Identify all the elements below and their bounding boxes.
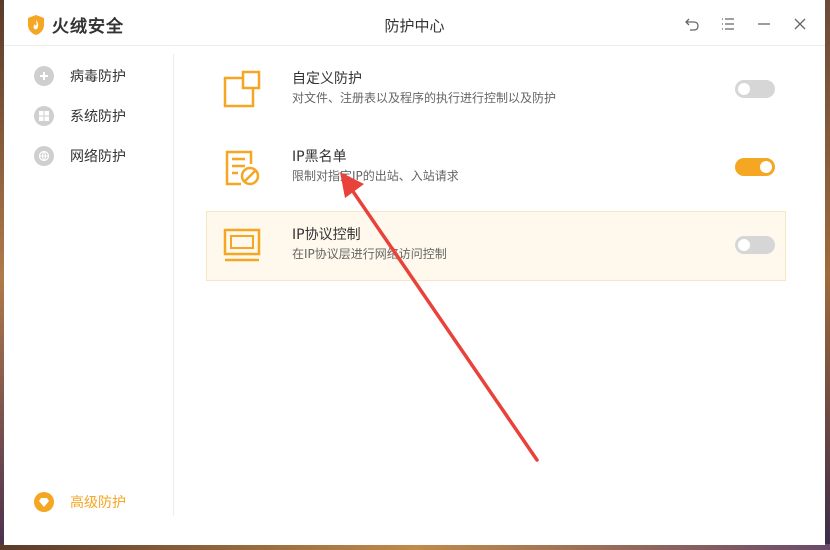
sidebar: 病毒防护 系统防护 网络防护 高级防护 xyxy=(4,54,174,516)
close-icon xyxy=(794,18,806,30)
sidebar-item-label: 病毒防护 xyxy=(70,69,126,85)
sidebar-item-virus[interactable]: 病毒防护 xyxy=(34,64,126,88)
custom-protect-icon xyxy=(223,70,261,108)
ip-protocol-toggle[interactable] xyxy=(735,236,775,254)
menu-icon xyxy=(722,18,734,30)
virus-shield-icon xyxy=(34,66,54,86)
windows-icon xyxy=(34,106,54,126)
globe-icon xyxy=(34,146,54,166)
sidebar-item-system[interactable]: 系统防护 xyxy=(34,104,126,128)
back-icon xyxy=(685,18,699,31)
minimize-icon xyxy=(758,23,770,25)
card-desc: 限制对指定IP的出站、入站请求 xyxy=(292,169,459,183)
toggle-knob xyxy=(738,83,750,95)
close-button[interactable] xyxy=(789,14,811,34)
sidebar-item-label: 高级防护 xyxy=(70,495,126,511)
card-title: 自定义防护 xyxy=(292,71,362,87)
ip-blacklist-toggle[interactable] xyxy=(735,158,775,176)
custom-protect-toggle[interactable] xyxy=(735,80,775,98)
diamond-icon xyxy=(34,492,54,512)
sidebar-item-network[interactable]: 网络防护 xyxy=(34,144,126,168)
sidebar-item-label: 网络防护 xyxy=(70,149,126,165)
toggle-knob xyxy=(760,161,772,173)
sidebar-item-advanced[interactable]: 高级防护 xyxy=(34,490,126,514)
ip-blacklist-card[interactable]: IP黑名单 限制对指定IP的出站、入站请求 xyxy=(206,133,786,203)
app-window: 火绒安全 防护中心 病毒防护 系统防护 网络防护 高级防护 自定义防护 对文件、… xyxy=(4,0,825,545)
minimize-button[interactable] xyxy=(753,14,775,34)
card-desc: 在IP协议层进行网络访问控制 xyxy=(292,247,447,261)
card-title: IP黑名单 xyxy=(292,149,347,165)
custom-protect-card[interactable]: 自定义防护 对文件、注册表以及程序的执行进行控制以及防护 xyxy=(206,55,786,125)
card-title: IP协议控制 xyxy=(292,227,361,243)
ip-protocol-card[interactable]: IP协议控制 在IP协议层进行网络访问控制 xyxy=(206,211,786,281)
protocol-icon xyxy=(223,228,261,262)
titlebar[interactable]: 火绒安全 防护中心 xyxy=(4,0,825,46)
card-desc: 对文件、注册表以及程序的执行进行控制以及防护 xyxy=(292,91,557,105)
sidebar-item-label: 系统防护 xyxy=(70,109,126,125)
toggle-knob xyxy=(738,239,750,251)
back-button[interactable] xyxy=(681,14,703,34)
blacklist-icon xyxy=(225,150,260,186)
menu-button[interactable] xyxy=(717,14,739,34)
